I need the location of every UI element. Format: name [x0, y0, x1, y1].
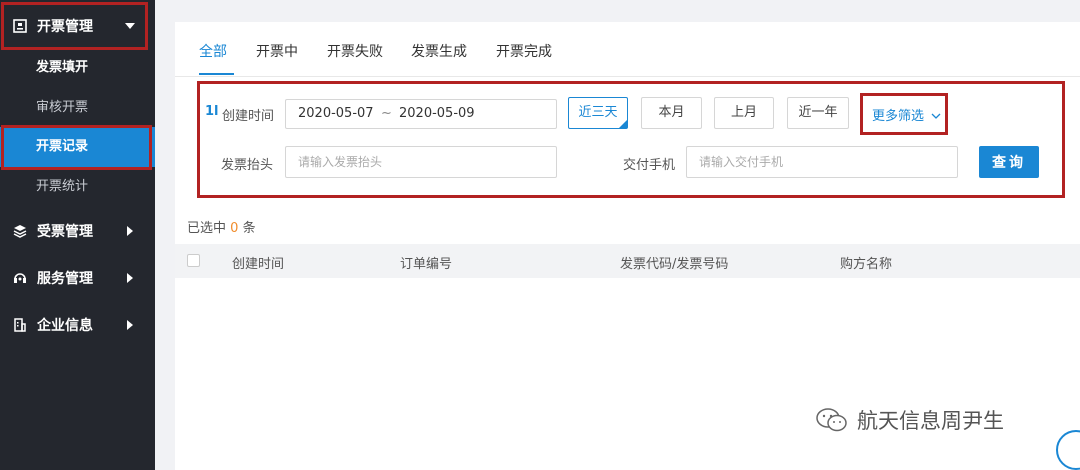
table-body	[175, 278, 1080, 470]
menu-group-label: 企业信息	[37, 318, 93, 334]
date-end: 2020-05-09	[399, 106, 475, 121]
table-header: 创建时间 订单编号 发票代码/发票号码 购方名称	[175, 244, 1080, 278]
phone-label: 交付手机	[623, 158, 676, 173]
column-invoice-code[interactable]: 发票代码/发票号码	[620, 253, 728, 272]
tab-in-progress[interactable]: 开票中	[256, 41, 298, 61]
sort-icon[interactable]: 1l	[205, 104, 219, 119]
invoice-icon	[12, 18, 28, 34]
status-tabs: 全部 开票中 开票失败 发票生成 开票完成	[175, 22, 1080, 77]
wechat-icon	[816, 408, 847, 432]
tab-active-indicator	[199, 73, 234, 75]
sidebar-item-invoice-stats[interactable]: 开票统计	[0, 167, 155, 207]
selection-prefix: 已选中	[187, 221, 227, 236]
selection-suffix: 条	[242, 221, 256, 236]
query-button[interactable]: 查询	[979, 146, 1039, 178]
date-start: 2020-05-07	[298, 106, 374, 121]
tab-failed[interactable]: 开票失败	[327, 41, 383, 61]
column-created-time[interactable]: 创建时间	[232, 253, 284, 272]
invoice-title-input[interactable]: 请输入发票抬头	[285, 146, 557, 178]
period-last-month-button[interactable]: 上月	[714, 97, 774, 129]
date-separator: ~	[381, 106, 392, 121]
column-order-number[interactable]: 订单编号	[400, 253, 452, 272]
layers-icon	[12, 223, 28, 239]
sidebar-item-invoice-fill[interactable]: 发票填开	[0, 48, 155, 88]
menu-group-service[interactable]: 服务管理	[0, 254, 155, 302]
tab-all[interactable]: 全部	[199, 41, 227, 61]
sidebar: 开票管理 发票填开 审核开票 开票记录 开票统计 受票管理 服务管理 企业信息	[0, 0, 155, 470]
tab-completed[interactable]: 开票完成	[496, 41, 552, 61]
building-icon	[12, 317, 28, 333]
sidebar-item-review-invoice[interactable]: 审核开票	[0, 88, 155, 128]
menu-group-label: 受票管理	[37, 224, 93, 240]
invoice-title-label: 发票抬头	[221, 158, 274, 173]
menu-group-invoicing[interactable]: 开票管理	[0, 2, 155, 50]
watermark: 航天信息周尹生	[815, 405, 1004, 435]
more-filter-button[interactable]: 更多筛选	[872, 105, 941, 124]
chevron-down-icon	[931, 113, 941, 119]
phone-input[interactable]: 请输入交付手机	[686, 146, 958, 178]
date-range-input[interactable]: 2020-05-07 ~ 2020-05-09	[285, 99, 557, 129]
menu-group-company[interactable]: 企业信息	[0, 301, 155, 349]
period-label: 近三天	[578, 105, 618, 120]
created-time-label: 创建时间	[222, 109, 275, 124]
column-buyer-name[interactable]: 购方名称	[840, 253, 892, 272]
headset-icon	[12, 270, 28, 286]
chevron-right-icon	[127, 320, 133, 330]
period-this-month-button[interactable]: 本月	[641, 97, 702, 129]
selection-number: 0	[230, 221, 239, 236]
selection-count: 已选中 0 条	[187, 217, 256, 236]
main-content: 全部 开票中 开票失败 发票生成 开票完成 1l 创建时间 2020-05-07…	[155, 0, 1080, 470]
chevron-down-icon	[125, 23, 135, 29]
select-all-checkbox[interactable]	[187, 254, 200, 267]
selected-corner-icon	[619, 120, 627, 128]
watermark-text: 航天信息周尹生	[857, 409, 1004, 433]
filter-form: 1l 创建时间 2020-05-07 ~ 2020-05-09 近三天 本月 上…	[175, 77, 1080, 197]
sidebar-item-invoice-records[interactable]: 开票记录	[0, 127, 155, 167]
tab-generated[interactable]: 发票生成	[411, 41, 467, 61]
menu-group-label: 开票管理	[37, 19, 93, 35]
records-panel: 全部 开票中 开票失败 发票生成 开票完成 1l 创建时间 2020-05-07…	[175, 22, 1080, 470]
period-last-3-days-button[interactable]: 近三天	[568, 97, 628, 129]
more-filter-label: 更多筛选	[872, 109, 925, 124]
chevron-right-icon	[127, 273, 133, 283]
chevron-right-icon	[127, 226, 133, 236]
menu-group-label: 服务管理	[37, 271, 93, 287]
period-last-year-button[interactable]: 近一年	[787, 97, 849, 129]
menu-group-receiving[interactable]: 受票管理	[0, 207, 155, 255]
